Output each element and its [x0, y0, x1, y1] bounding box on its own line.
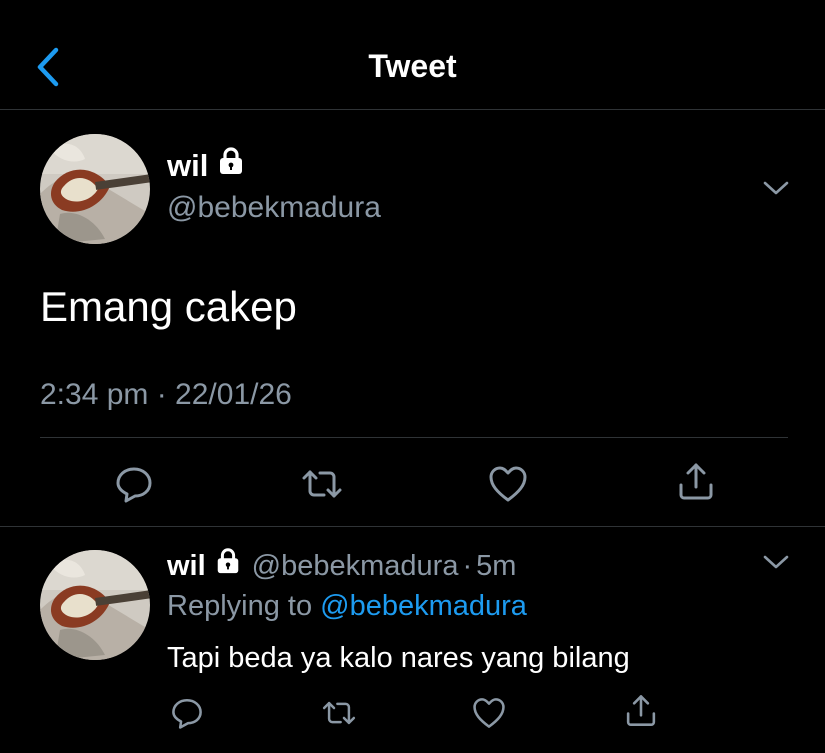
divider	[40, 437, 788, 438]
page-title: Tweet	[368, 48, 457, 84]
like-button[interactable]	[486, 462, 530, 506]
heart-icon	[489, 466, 527, 502]
speech-bubble-icon	[116, 467, 152, 503]
reply-text: Tapi beda ya kalo nares yang bilang	[167, 642, 630, 674]
avatar-image	[40, 134, 150, 244]
author-handle[interactable]: @bebekmadura	[252, 546, 459, 586]
share-icon	[626, 695, 656, 726]
avatar[interactable]	[40, 550, 150, 660]
author-name[interactable]: wil	[167, 146, 246, 186]
author-name[interactable]: wil	[167, 546, 206, 586]
more-options-button[interactable]	[762, 178, 790, 203]
divider	[0, 526, 825, 527]
chevron-down-icon	[763, 181, 789, 195]
replying-to-link[interactable]: @bebekmadura	[320, 590, 527, 622]
retweet-icon	[322, 701, 356, 725]
reply-header: wil @bebekmadura · 5m	[167, 546, 516, 586]
share-icon	[679, 463, 713, 500]
replying-to-prefix: Replying to	[167, 590, 313, 622]
like-button[interactable]	[470, 694, 508, 732]
reply-time[interactable]: 5m	[476, 546, 516, 586]
avatar-image	[40, 550, 150, 660]
chevron-down-icon	[763, 555, 789, 569]
reply-button[interactable]	[168, 694, 206, 732]
retweet-button[interactable]	[298, 462, 346, 506]
tweet-timestamp[interactable]: 2:34 pm · 22/01/26	[40, 374, 292, 416]
header-bar: Tweet	[0, 0, 825, 110]
separator-dot: ·	[462, 550, 473, 582]
more-options-button[interactable]	[762, 552, 790, 577]
share-button[interactable]	[674, 460, 718, 504]
author-handle[interactable]: @bebekmadura	[167, 188, 381, 228]
heart-icon	[473, 698, 505, 728]
retweet-button[interactable]	[318, 694, 360, 732]
lock-icon	[214, 546, 242, 586]
speech-bubble-icon	[172, 698, 202, 729]
tweet-text: Emang cakep	[40, 283, 297, 330]
author-name-text: wil	[167, 148, 209, 183]
tweet-detail-page: Tweet wil @bebekmadura Emang cakep 2:34 …	[0, 0, 825, 753]
retweet-icon	[302, 470, 342, 498]
share-button[interactable]	[622, 692, 660, 730]
replying-to-line: Replying to @bebekmadura	[167, 586, 527, 626]
lock-icon	[216, 146, 246, 186]
avatar[interactable]	[40, 134, 150, 244]
reply-button[interactable]	[112, 462, 156, 506]
